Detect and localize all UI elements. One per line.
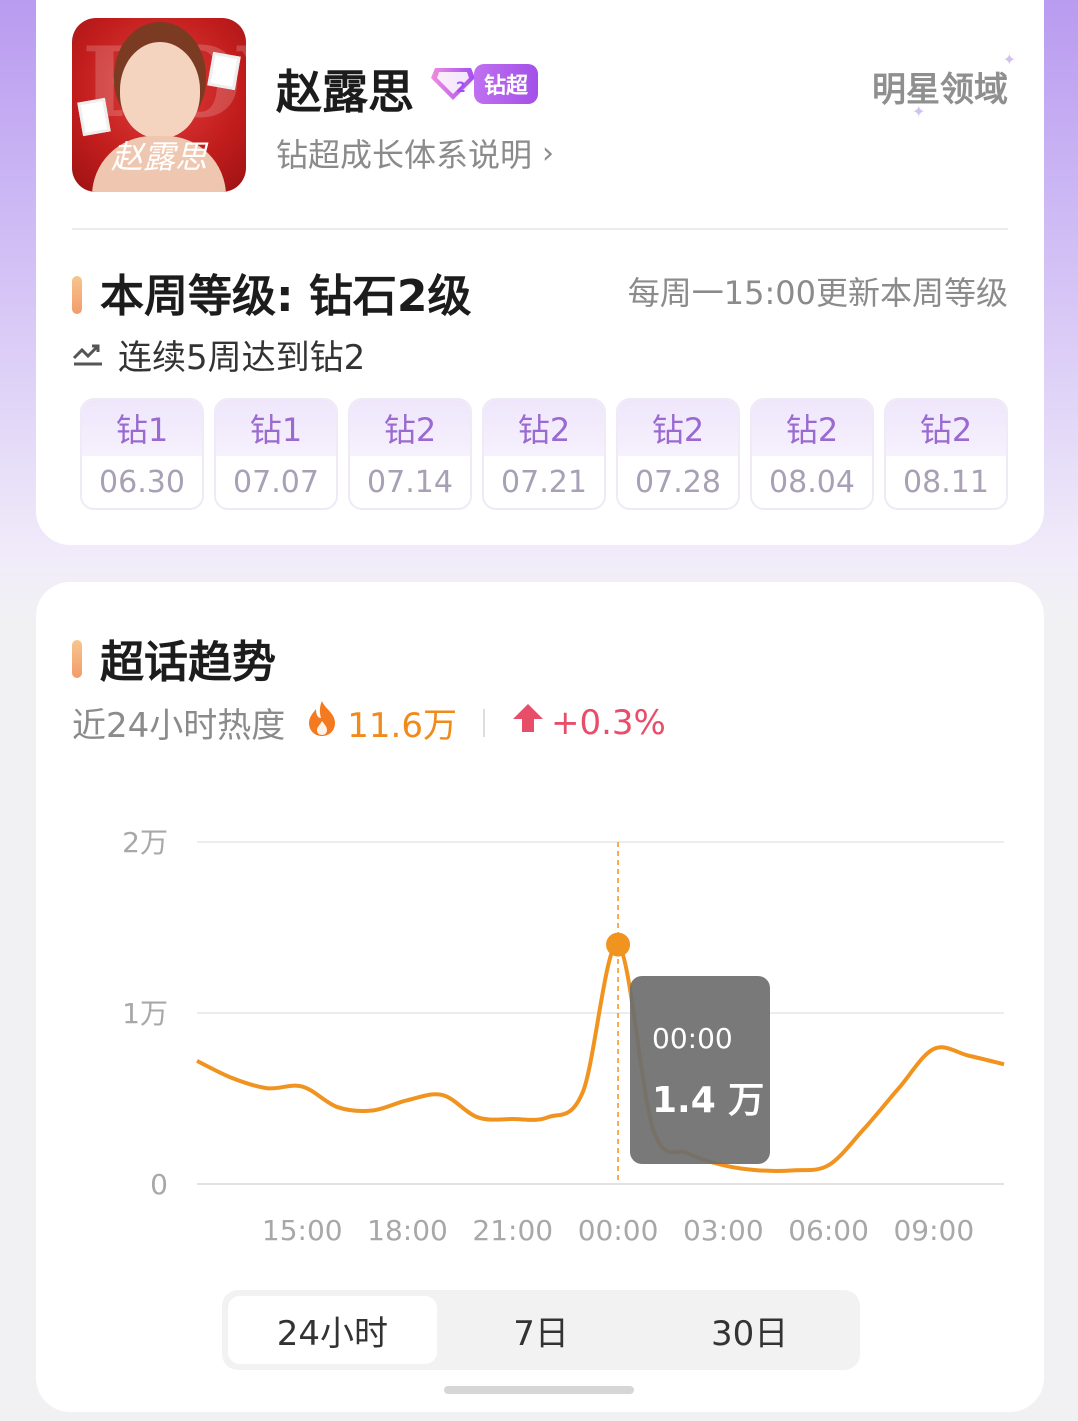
tooltip-time: 00:00: [652, 1022, 733, 1055]
section-marker: [72, 276, 82, 314]
growth-link-text: 钻超成长体系说明: [276, 136, 533, 174]
series-line: [196, 942, 1005, 1173]
x-tick-label: 15:00: [262, 1214, 343, 1247]
star-name: 赵露思: [276, 65, 414, 119]
divider: [72, 228, 1008, 230]
badge-label: 钻超: [474, 64, 539, 104]
week-level: 钻2: [618, 400, 738, 456]
week-date: 07.14: [367, 464, 453, 500]
week-card: 钻1 07.07: [214, 398, 338, 510]
brand-text: 明星领域: [872, 70, 1008, 110]
level-card: ROY 赵露思 赵露思 2 钻超 钻超成长体系说明 › 明星领域 ✦ ✦ 本周等…: [36, 0, 1044, 545]
x-tick-label: 06:00: [788, 1214, 869, 1247]
chart-tooltip: 00:00 1.4 万: [630, 976, 770, 1164]
section-marker: [72, 640, 82, 678]
week-card: 钻2 07.14: [348, 398, 472, 510]
week-card: 钻2 08.04: [750, 398, 874, 510]
week-date: 07.28: [635, 464, 721, 500]
arrow-up-icon: [511, 702, 545, 743]
weekly-level-title: 本周等级: 钻石2级: [100, 271, 472, 322]
range-tabs: 24小时 7日 30日: [222, 1290, 860, 1370]
avatar-signature: 赵露思: [110, 138, 207, 176]
week-level: 钻2: [350, 400, 470, 456]
diamond-icon: 2: [428, 64, 478, 104]
week-date: 07.07: [233, 464, 319, 500]
week-card: 钻2 07.28: [616, 398, 740, 510]
avatar[interactable]: ROY 赵露思: [72, 18, 246, 192]
heat-trend-chart[interactable]: 0 1万 2万 15:00 18:00 21:00 00:00 03:00 06:00 09:00: [72, 812, 1008, 1272]
week-level: 钻2: [752, 400, 872, 456]
brand-mark: 明星领域 ✦ ✦: [872, 50, 1016, 121]
home-indicator[interactable]: [444, 1386, 634, 1394]
trend-card: 超话趋势 近24小时热度 11.6万 +0.3% 0 1万 2万 15:00 18:00…: [36, 582, 1044, 1412]
x-tick-label: 21:00: [472, 1214, 553, 1247]
heat-value: 11.6万: [347, 706, 457, 746]
heat-label: 近24小时热度: [72, 706, 286, 746]
y-tick-label: 1万: [122, 997, 168, 1030]
y-tick-label: 2万: [122, 826, 168, 859]
flame-icon: [305, 699, 339, 746]
week-level: 钻2: [886, 400, 1006, 456]
streak-row: 连续5周达到钻2: [72, 330, 365, 379]
week-date: 08.04: [769, 464, 855, 500]
x-tick-label: 03:00: [683, 1214, 764, 1247]
heat-change: +0.3%: [550, 702, 666, 743]
week-date: 07.21: [501, 464, 587, 500]
week-level: 钻2: [484, 400, 604, 456]
tab-30d[interactable]: 30日: [645, 1296, 854, 1364]
x-tick-label: 09:00: [893, 1214, 974, 1247]
weekly-levels: 钻1 06.30 钻1 07.07 钻2 07.14 钻2 07.21 钻2 0…: [80, 398, 1008, 510]
streak-text: 连续5周达到钻2: [118, 338, 366, 378]
tooltip-value: 1.4 万: [652, 1080, 765, 1121]
growth-system-link[interactable]: 钻超成长体系说明 ›: [276, 130, 554, 176]
separator: [482, 708, 485, 737]
highlight-point: [606, 932, 631, 957]
trend-up-icon: [72, 335, 106, 375]
week-level: 钻1: [216, 400, 336, 456]
x-tick-label: 18:00: [367, 1214, 448, 1247]
week-date: 06.30: [99, 464, 185, 500]
week-level: 钻1: [82, 400, 202, 456]
week-card: 钻2 07.21: [482, 398, 606, 510]
tab-7d[interactable]: 7日: [437, 1296, 646, 1364]
sparkle-icon: ✦: [912, 102, 926, 121]
heat-row: 近24小时热度 11.6万 +0.3%: [72, 698, 666, 747]
y-tick-label: 0: [150, 1168, 168, 1201]
diamond-badge[interactable]: 2 钻超: [428, 64, 546, 104]
week-card: 钻2 08.11: [884, 398, 1008, 510]
update-note: 每周一15:00更新本周等级: [627, 274, 1008, 312]
trend-title: 超话趋势: [100, 637, 276, 688]
x-tick-label: 00:00: [578, 1214, 659, 1247]
chevron-right-icon: ›: [542, 135, 555, 171]
week-date: 08.11: [903, 464, 989, 500]
sparkle-icon: ✦: [1002, 50, 1016, 69]
week-card: 钻1 06.30: [80, 398, 204, 510]
svg-text:2: 2: [456, 80, 466, 96]
tab-24h[interactable]: 24小时: [228, 1296, 437, 1364]
